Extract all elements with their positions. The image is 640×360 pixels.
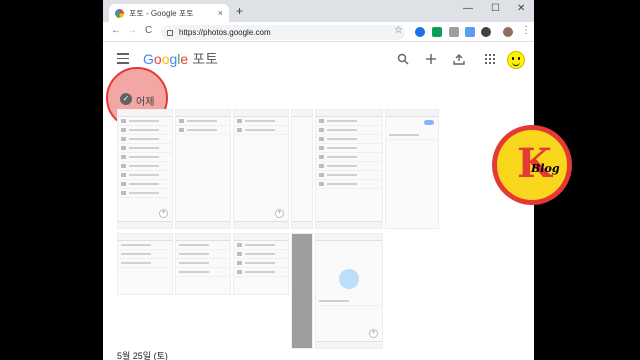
google-photos-logo[interactable]: Google 포토 — [143, 49, 218, 69]
screen: 포토 - Google 포토 × + — ☐ ✕ ← → C https://p… — [0, 0, 640, 360]
photo-thumbnail[interactable]: + — [233, 109, 289, 229]
reload-button[interactable]: C — [145, 25, 152, 36]
tab-close-icon[interactable]: × — [218, 8, 223, 18]
back-button[interactable]: ← — [111, 25, 121, 36]
logo-letter: e — [180, 51, 189, 67]
extension-icon[interactable] — [432, 27, 442, 37]
photo-grid: + + + — [117, 109, 439, 349]
date-group-label: 어제 — [136, 97, 155, 108]
tab-title: 포토 - Google 포토 — [129, 8, 194, 18]
url-text: https://photos.google.com — [179, 28, 271, 37]
photo-thumbnail[interactable] — [291, 109, 313, 229]
photo-thumbnail[interactable] — [315, 109, 383, 229]
new-tab-button[interactable]: + — [236, 4, 243, 18]
profile-avatar[interactable] — [503, 27, 513, 37]
browser-tab[interactable]: 포토 - Google 포토 × — [109, 4, 229, 22]
forward-button[interactable]: → — [127, 25, 137, 36]
logo-letter: G — [143, 51, 154, 67]
extension-icon[interactable] — [449, 27, 459, 37]
apps-grid-icon[interactable] — [484, 53, 496, 65]
bookmark-star-icon[interactable]: ☆ — [394, 25, 403, 36]
photo-thumbnail[interactable] — [291, 233, 313, 349]
account-avatar[interactable] — [507, 51, 525, 69]
photo-thumbnail[interactable] — [385, 109, 439, 229]
minimize-button[interactable]: — — [463, 3, 473, 14]
logo-service-name: 포토 — [192, 51, 218, 67]
photo-thumbnail[interactable] — [175, 109, 231, 229]
k-blog-word: Blog — [531, 162, 560, 175]
search-icon[interactable] — [397, 53, 409, 65]
lock-icon — [167, 29, 173, 36]
close-window-button[interactable]: ✕ — [517, 3, 525, 14]
extension-icon[interactable] — [465, 27, 475, 37]
select-check-icon[interactable]: ✓ — [120, 93, 132, 105]
photo-thumbnail[interactable] — [175, 233, 231, 295]
main-menu-icon[interactable] — [117, 53, 129, 64]
photo-thumbnail[interactable]: + — [315, 233, 383, 349]
address-bar[interactable]: https://photos.google.com — [161, 25, 405, 40]
browser-window: 포토 - Google 포토 × + — ☐ ✕ ← → C https://p… — [103, 0, 534, 360]
photos-page: Google 포토 ✓ 어제 + + + 5월 25일 (토) — [103, 43, 534, 360]
add-icon[interactable] — [425, 53, 437, 65]
maximize-button[interactable]: ☐ — [491, 3, 500, 14]
browser-menu-icon[interactable]: ⋮ — [521, 25, 531, 36]
logo-letter: o — [153, 51, 162, 67]
k-blog-watermark-logo: K Blog — [492, 125, 572, 205]
photo-thumbnail[interactable] — [117, 233, 173, 295]
google-photos-favicon-icon — [115, 8, 124, 18]
photo-thumbnail[interactable]: + — [117, 109, 173, 229]
extension-icon[interactable] — [415, 27, 425, 37]
date-section-label: 5월 25일 (토) — [117, 351, 168, 360]
title-bar: 포토 - Google 포토 × + — ☐ ✕ — [103, 0, 534, 22]
upload-icon[interactable] — [453, 53, 465, 65]
browser-toolbar: ← → C https://photos.google.com ☆ ⋮ — [103, 22, 534, 42]
extension-icon[interactable] — [481, 27, 491, 37]
photo-thumbnail[interactable] — [233, 233, 289, 295]
